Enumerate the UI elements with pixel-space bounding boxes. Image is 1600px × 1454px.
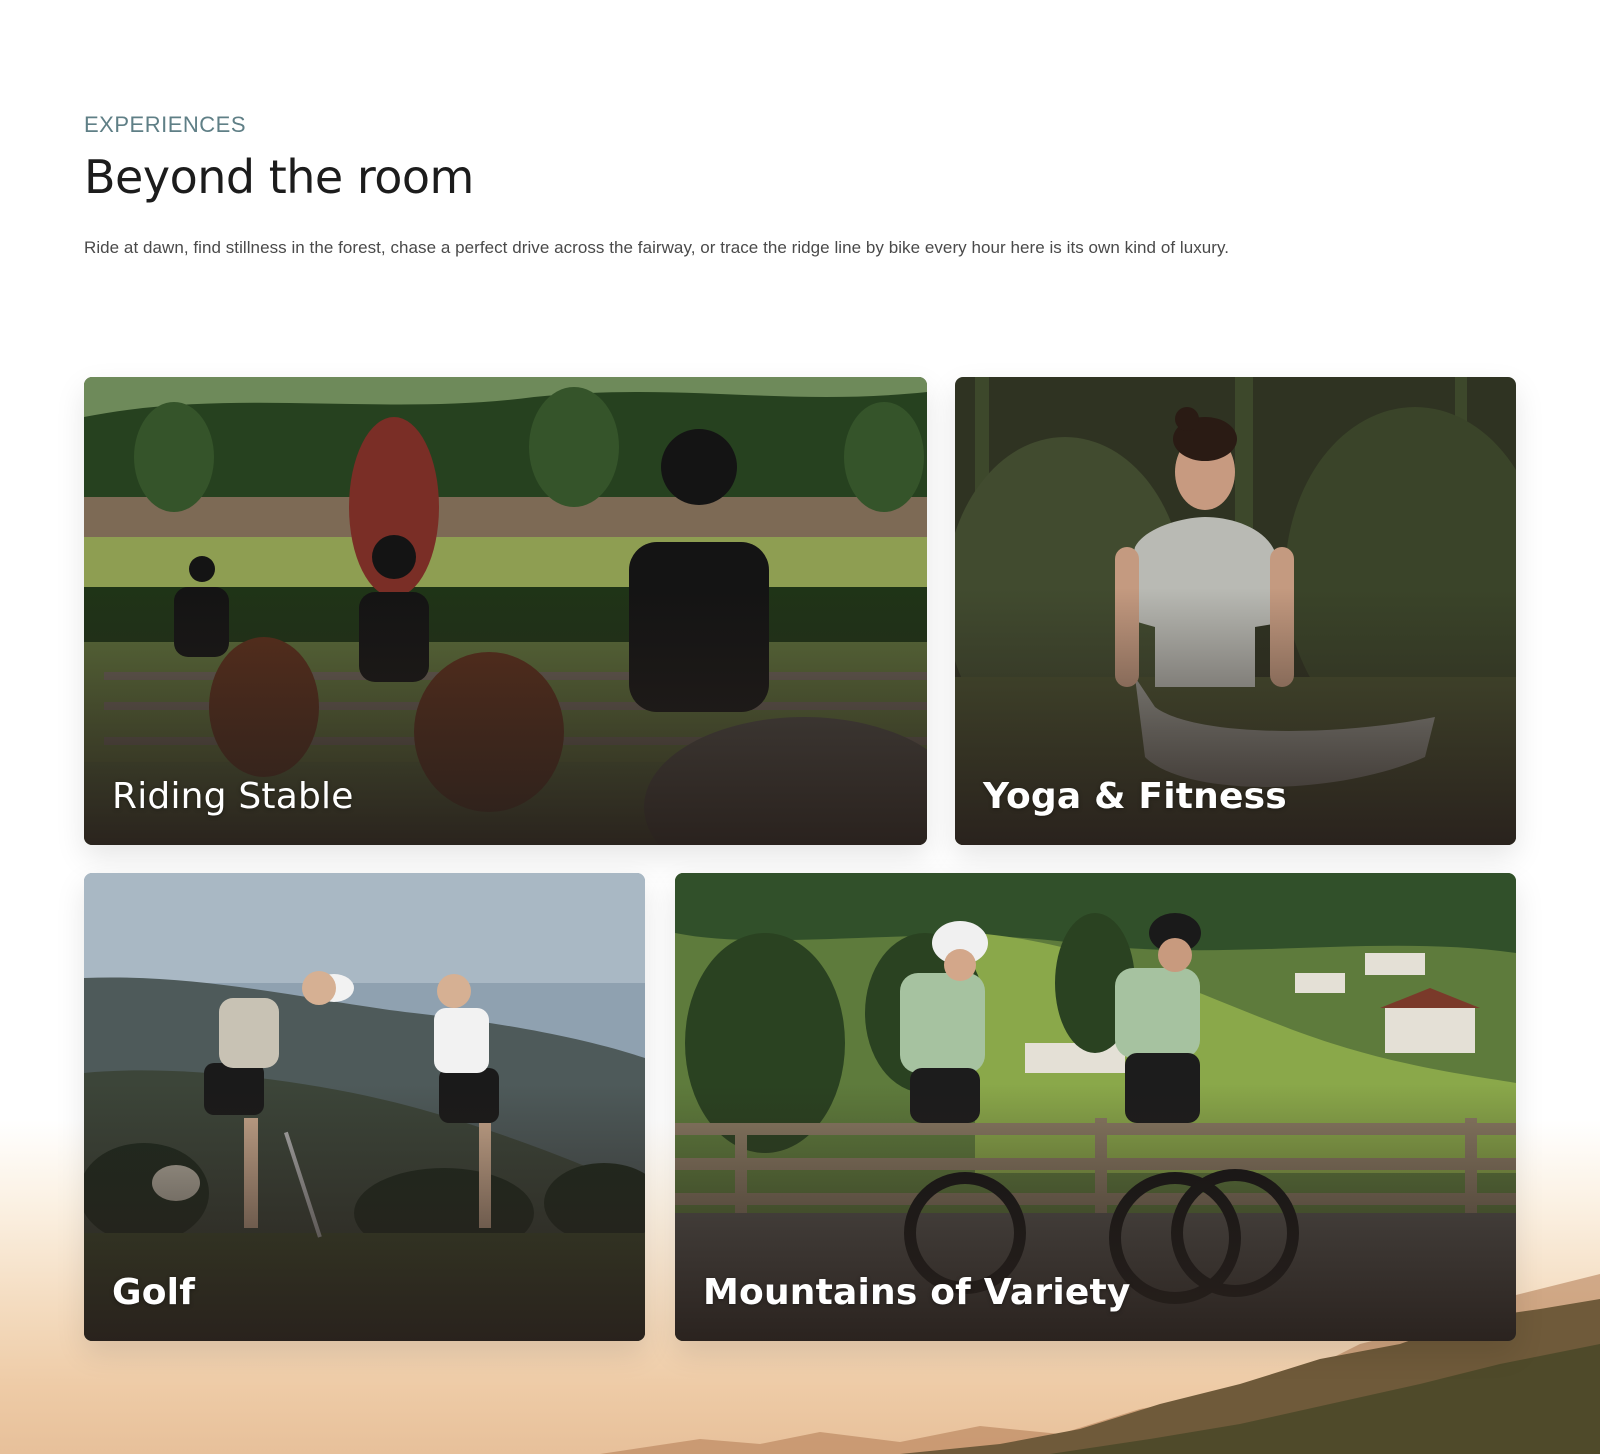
card-label-mountains-of-variety: Mountains of Variety xyxy=(703,1272,1131,1313)
section-description: Ride at dawn, find stillness in the fore… xyxy=(84,238,1230,257)
golf-card[interactable]: Golf xyxy=(84,873,645,1341)
section-eyebrow: EXPERIENCES xyxy=(84,112,246,137)
section-title: Beyond the room xyxy=(84,150,474,204)
mountains-of-variety-card[interactable]: Mountains of Variety xyxy=(675,873,1516,1341)
card-label-golf: Golf xyxy=(112,1272,196,1313)
card-label-riding-stable: Riding Stable xyxy=(112,776,354,817)
experiences-header: EXPERIENCES Beyond the room Ride at dawn… xyxy=(84,112,1484,258)
card-label-yoga-fitness: Yoga & Fitness xyxy=(983,776,1287,817)
riding-stable-card[interactable]: Riding Stable xyxy=(84,377,927,845)
yoga-fitness-card[interactable]: Yoga & Fitness xyxy=(955,377,1516,845)
